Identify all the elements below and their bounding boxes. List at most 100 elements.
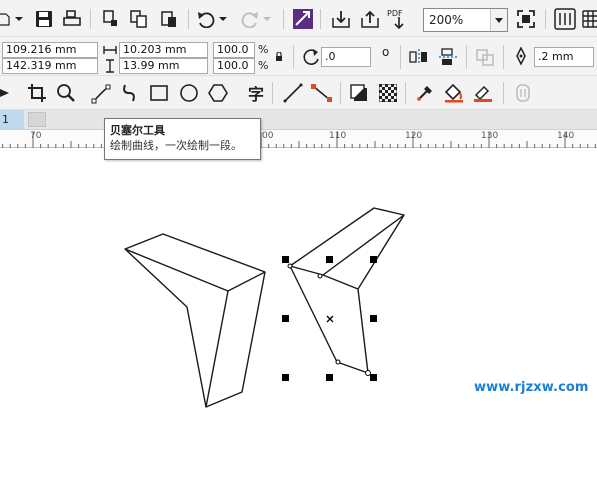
interactive-fill-icon[interactable]	[443, 82, 465, 104]
fullscreen-icon[interactable]	[515, 8, 537, 30]
node-point[interactable]	[365, 370, 371, 376]
degree-label: o	[382, 45, 390, 59]
drawn-shape-left[interactable]	[124, 233, 266, 408]
paste-icon[interactable]	[158, 8, 180, 30]
percent-label: %	[258, 59, 269, 72]
separator	[503, 45, 504, 69]
text-tool-glyph: 字	[247, 85, 264, 104]
height-icon	[103, 58, 117, 74]
export-arrow-icon[interactable]	[359, 8, 381, 30]
selection-handle[interactable]	[282, 374, 289, 381]
corel-connect-icon[interactable]	[292, 8, 314, 30]
mirror-horizontal-icon[interactable]	[408, 46, 430, 68]
selection-handle[interactable]	[282, 256, 289, 263]
separator	[400, 45, 401, 69]
selection-handle[interactable]	[326, 256, 333, 263]
ruler-label: 130	[481, 131, 499, 141]
zoom-icon[interactable]	[55, 82, 77, 104]
separator	[466, 45, 467, 69]
horizontal-ruler[interactable]: 70 00 110 120 130 140	[0, 130, 597, 148]
parallel-dimension-icon[interactable]	[282, 82, 304, 104]
connector-icon[interactable]	[311, 82, 333, 104]
rotation-field[interactable]: .0	[321, 47, 371, 67]
lock-icon[interactable]	[512, 82, 534, 104]
chevron-down-icon[interactable]	[13, 8, 25, 30]
drawn-shape-right[interactable]	[289, 207, 405, 374]
add-page-button[interactable]	[28, 112, 46, 127]
ruler-label: 140	[557, 131, 575, 141]
standard-toolbar: PDF 200%	[0, 0, 597, 37]
ruler-label: 110	[329, 131, 347, 141]
ruler-ticks	[2, 132, 596, 148]
node-point[interactable]	[317, 273, 323, 279]
bezier-tooltip: 贝塞尔工具 绘制曲线，一次绘制一段。	[104, 118, 261, 160]
separator	[188, 9, 189, 29]
open-icon[interactable]	[0, 8, 10, 30]
bezier-tool-icon[interactable]	[90, 83, 112, 105]
rectangle-icon[interactable]	[148, 82, 170, 104]
transparency-icon[interactable]	[377, 82, 399, 104]
property-bar: 109.216 mm 142.319 mm 10.203 mm 13.99 mm…	[0, 37, 597, 76]
lock-ratio-icon[interactable]	[273, 51, 285, 63]
center-marker[interactable]	[326, 315, 334, 323]
y-position-field[interactable]: 142.319 mm	[2, 58, 98, 74]
outline-width-field[interactable]: .2 mm	[534, 47, 594, 67]
drawing-canvas[interactable]: www.rjzxw.com	[0, 148, 597, 500]
selection-handle[interactable]	[370, 256, 377, 263]
percent-label: %	[258, 43, 269, 56]
zoom-value: 200%	[429, 13, 464, 27]
import-arrow-icon[interactable]	[330, 8, 352, 30]
tooltip-description: 绘制曲线，一次绘制一段。	[110, 139, 242, 152]
ellipse-icon[interactable]	[178, 82, 200, 104]
scale-x-field[interactable]: 100.0	[213, 42, 255, 58]
node-point[interactable]	[335, 359, 341, 365]
artistic-media-icon[interactable]	[119, 82, 141, 104]
tooltip-title: 贝塞尔工具	[110, 124, 165, 137]
polygon-icon[interactable]	[207, 82, 229, 104]
options-icon[interactable]	[553, 7, 577, 31]
redo-icon[interactable]	[239, 8, 261, 30]
node-point[interactable]	[287, 263, 293, 269]
ruler-label: 00	[262, 131, 274, 141]
to-curves-icon[interactable]	[474, 46, 496, 68]
import-icon[interactable]	[100, 8, 122, 30]
crop-icon[interactable]	[26, 82, 48, 104]
toolbox: 字	[0, 76, 597, 184]
selection-handle[interactable]	[370, 374, 377, 381]
export-pdf-icon[interactable]: PDF	[387, 7, 411, 31]
eyedropper-icon[interactable]	[414, 82, 436, 104]
drop-shadow-icon[interactable]	[348, 82, 370, 104]
separator	[283, 9, 284, 29]
page-tab-label: 1	[2, 113, 9, 126]
separator	[272, 82, 273, 104]
page-tab-strip: 1	[0, 110, 597, 130]
outline-pen-icon[interactable]	[510, 46, 532, 68]
selection-handle[interactable]	[326, 374, 333, 381]
copy-icon[interactable]	[128, 8, 150, 30]
pick-tool-icon[interactable]	[0, 82, 10, 104]
separator	[405, 82, 406, 104]
chevron-down-icon[interactable]	[490, 9, 507, 31]
print-icon[interactable]	[61, 8, 83, 30]
separator	[545, 9, 546, 29]
chevron-down-icon[interactable]	[217, 8, 229, 30]
mirror-vertical-icon[interactable]	[437, 46, 459, 68]
page-tab[interactable]: 1	[0, 110, 24, 129]
rotate-icon	[300, 46, 322, 68]
selection-handle[interactable]	[282, 315, 289, 322]
width-field[interactable]: 10.203 mm	[119, 42, 208, 58]
chevron-down-icon[interactable]	[261, 8, 273, 30]
zoom-combo[interactable]: 200%	[423, 8, 508, 32]
grid-icon[interactable]	[582, 8, 597, 30]
selection-handle[interactable]	[370, 315, 377, 322]
text-icon[interactable]: 字	[245, 82, 267, 104]
smart-fill-icon[interactable]	[472, 82, 494, 104]
pdf-label: PDF	[387, 9, 403, 18]
height-field[interactable]: 13.99 mm	[119, 58, 208, 74]
scale-y-field[interactable]: 100.0	[213, 58, 255, 74]
separator	[503, 82, 504, 104]
save-icon[interactable]	[33, 8, 55, 30]
undo-icon[interactable]	[195, 8, 217, 30]
drawing-surface[interactable]	[0, 148, 597, 500]
x-position-field[interactable]: 109.216 mm	[2, 42, 98, 58]
